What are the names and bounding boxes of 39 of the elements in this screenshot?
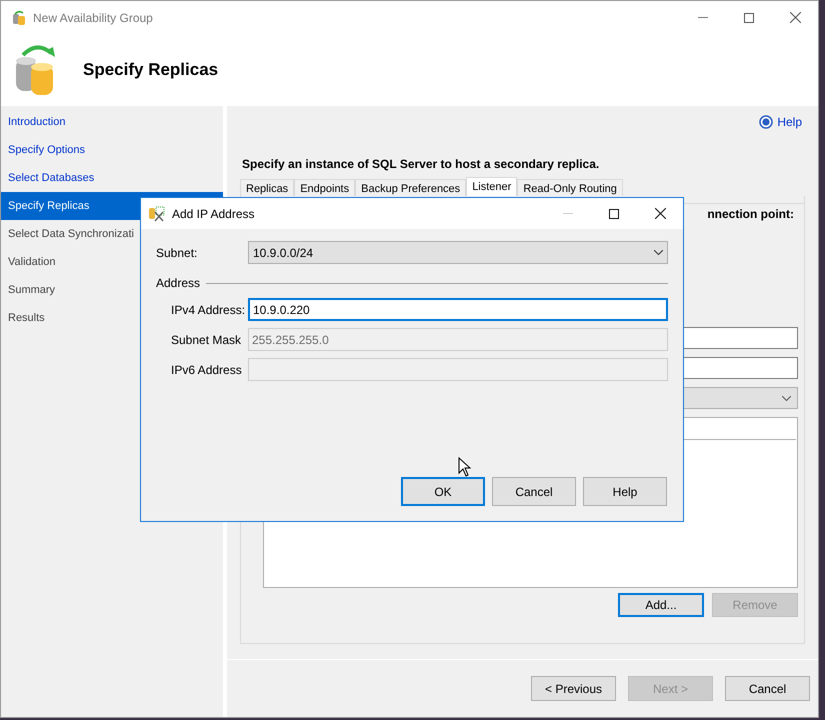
maximize-icon: [609, 208, 619, 218]
close-icon: [654, 208, 666, 219]
nav-item[interactable]: Specify Options: [1, 136, 223, 164]
mouse-pointer-icon: [458, 457, 471, 477]
minimize-icon: [563, 213, 573, 214]
field-label: Subnet:: [156, 244, 198, 262]
add-button[interactable]: Add...: [618, 593, 704, 617]
network-tool-icon: [148, 206, 165, 222]
field-label: IPv6 Address: [171, 362, 243, 378]
help-link[interactable]: Help: [759, 112, 802, 132]
tab[interactable]: Listener: [466, 177, 518, 196]
field-label: IPv4 Address:: [171, 302, 246, 318]
nav-item[interactable]: Introduction: [1, 108, 223, 136]
close-icon: [790, 12, 800, 23]
help-icon: [759, 115, 774, 129]
nav-item[interactable]: Select Databases: [1, 164, 223, 192]
window-title: New Availability Group: [33, 10, 153, 26]
chevron-down-icon: [782, 396, 791, 400]
tab[interactable]: Replicas: [240, 179, 294, 196]
chevron-down-icon: [654, 250, 663, 255]
caption-text: nnection point:: [707, 206, 794, 223]
page-title: Specify Replicas: [83, 59, 218, 82]
instruction-text: Specify an instance of SQL Server to host a secondary replica.: [242, 157, 600, 171]
dropdown-value: 10.9.0.0/24: [253, 244, 314, 262]
maximize-icon: [744, 12, 754, 22]
subnet-dropdown[interactable]: 10.9.0.0/24: [248, 241, 668, 264]
field-label: Subnet Mask: [171, 332, 242, 348]
ok-button[interactable]: OK: [401, 477, 485, 506]
input-field[interactable]: 10.9.0.220: [248, 298, 668, 321]
help-button[interactable]: Help: [583, 477, 667, 506]
cancel-button[interactable]: Cancel: [725, 676, 810, 701]
tab[interactable]: Endpoints: [294, 179, 356, 196]
group-label: Address: [156, 275, 200, 292]
tab[interactable]: Read-Only Routing: [517, 179, 623, 196]
cancel-button[interactable]: Cancel: [492, 477, 576, 506]
database-icon: [11, 10, 27, 26]
tab[interactable]: Backup Preferences: [355, 179, 466, 196]
previous-button[interactable]: < Previous: [531, 676, 616, 701]
minimize-icon: [698, 17, 708, 18]
